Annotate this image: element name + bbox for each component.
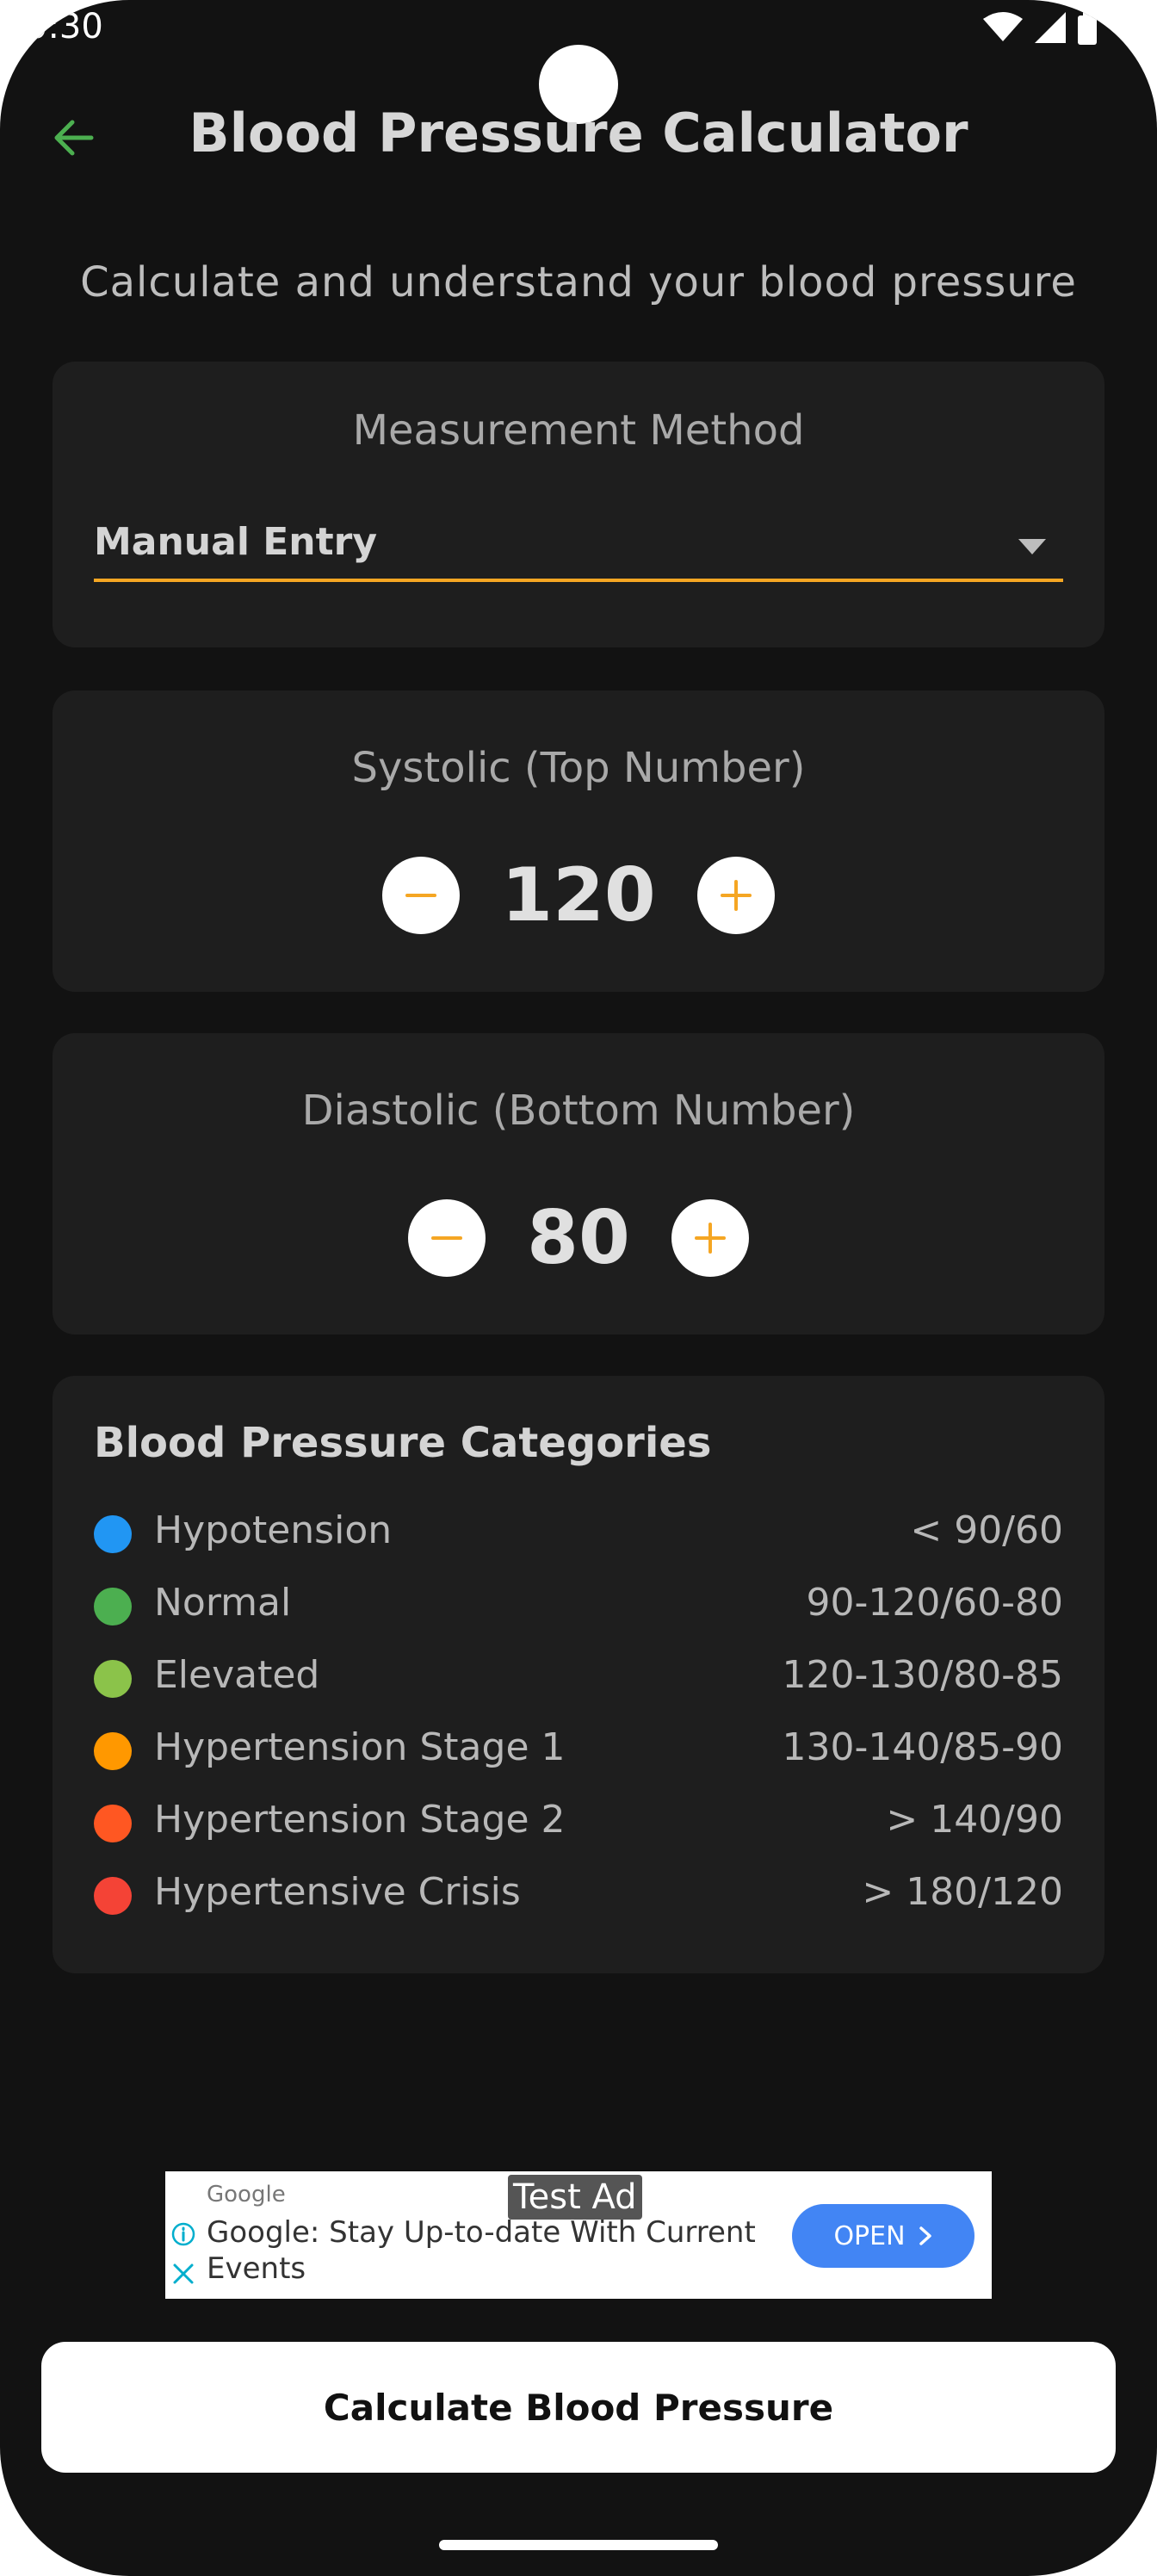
page-subtitle: Calculate and understand your blood pres… (80, 258, 1077, 307)
home-indicator[interactable] (439, 2540, 718, 2550)
category-range: < 90/60 (910, 1508, 1063, 1552)
categories-title: Blood Pressure Categories (94, 1419, 712, 1467)
measurement-method-label: Measurement Method (352, 406, 805, 455)
status-icons (983, 12, 1097, 45)
systolic-value: 120 (501, 852, 656, 938)
category-name: Hypertensive Crisis (154, 1870, 521, 1914)
wifi-icon (983, 12, 1023, 41)
category-range: > 180/120 (862, 1870, 1063, 1914)
category-name: Normal (154, 1581, 292, 1625)
plus-icon (720, 880, 752, 911)
category-row: Hypotension < 90/60 (94, 1507, 1063, 1558)
category-range: > 140/90 (886, 1798, 1063, 1842)
category-name: Hypertension Stage 1 (154, 1725, 566, 1769)
dropdown-underline (94, 579, 1063, 582)
diastolic-label: Diastolic (Bottom Number) (301, 1087, 856, 1135)
category-color-dot (94, 1660, 132, 1698)
plus-icon (694, 1223, 726, 1254)
calculate-button[interactable]: Calculate Blood Pressure (41, 2342, 1116, 2473)
category-color-dot (94, 1732, 132, 1770)
category-name: Elevated (154, 1653, 320, 1697)
category-color-dot (94, 1515, 132, 1553)
measurement-method-card: Measurement Method Manual Entry (53, 362, 1104, 647)
app-header: Blood Pressure Calculator (0, 95, 1157, 172)
category-row: Normal 90-120/60-80 (94, 1579, 1063, 1631)
category-row: Hypertensive Crisis > 180/120 (94, 1868, 1063, 1920)
systolic-stepper: 120 (53, 852, 1104, 938)
diastolic-stepper: 80 (53, 1195, 1104, 1281)
category-row: Elevated 120-130/80-85 (94, 1651, 1063, 1703)
ad-open-button[interactable]: OPEN (792, 2204, 974, 2268)
ad-open-label: OPEN (833, 2220, 906, 2251)
systolic-card: Systolic (Top Number) 120 (53, 690, 1104, 992)
categories-card: Blood Pressure Categories Hypotension < … (53, 1376, 1104, 1973)
diastolic-value: 80 (527, 1195, 630, 1281)
category-name: Hypertension Stage 2 (154, 1798, 566, 1842)
category-color-dot (94, 1588, 132, 1625)
category-range: 90-120/60-80 (806, 1581, 1063, 1625)
systolic-label: Systolic (Top Number) (351, 744, 806, 792)
status-time: 0:30 (26, 7, 103, 46)
category-name: Hypotension (154, 1508, 393, 1552)
minus-icon (405, 894, 437, 897)
battery-icon (1078, 12, 1097, 45)
category-row: Hypertension Stage 1 130-140/85-90 (94, 1724, 1063, 1775)
chevron-down-icon[interactable] (1018, 539, 1046, 554)
category-range: 120-130/80-85 (782, 1653, 1063, 1697)
app-screen: 0:30 Blood Pressure Calculator Calculate… (0, 0, 1157, 2576)
diastolic-card: Diastolic (Bottom Number) 80 (53, 1033, 1104, 1334)
signal-icon (1035, 12, 1066, 43)
category-row: Hypertension Stage 2 > 140/90 (94, 1796, 1063, 1848)
category-range: 130-140/85-90 (782, 1725, 1063, 1769)
test-ad-badge: Test Ad (508, 2175, 642, 2220)
ad-headline[interactable]: Google: Stay Up-to-date With Current Eve… (207, 2214, 758, 2287)
systolic-increment-button[interactable] (696, 857, 775, 934)
category-color-dot (94, 1805, 132, 1842)
systolic-decrement-button[interactable] (382, 857, 461, 934)
diastolic-decrement-button[interactable] (408, 1199, 486, 1277)
diastolic-increment-button[interactable] (671, 1199, 749, 1277)
chevron-right-icon (919, 2226, 931, 2245)
close-icon[interactable] (170, 2261, 196, 2287)
info-icon[interactable] (170, 2221, 196, 2247)
ad-banner[interactable]: Google Test Ad Google: Stay Up-to-date W… (165, 2171, 992, 2299)
dropdown-selected-value[interactable]: Manual Entry (94, 520, 377, 564)
ad-brand: Google (207, 2182, 286, 2208)
page-title: Blood Pressure Calculator (189, 102, 968, 164)
minus-icon (431, 1236, 463, 1240)
category-color-dot (94, 1877, 132, 1915)
